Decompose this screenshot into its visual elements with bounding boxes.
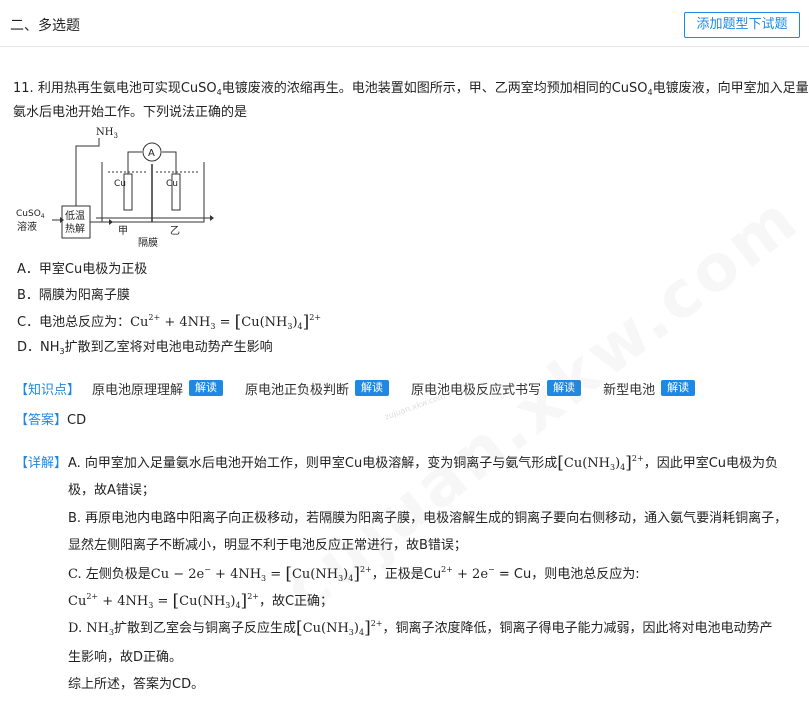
option-d: D．NH3扩散到乙室将对电池电动势产生影响 xyxy=(17,340,273,356)
diagram-jia: 甲 xyxy=(118,226,128,237)
diagram-solution: 溶液 xyxy=(17,220,37,233)
add-question-button[interactable]: 添加题型下试题 xyxy=(684,12,800,38)
watermark: cujuan.xkw.com xyxy=(270,180,809,629)
header-divider xyxy=(0,46,809,47)
battery-diagram: NH3 A Cu Cu CuSO4 溶液 低温 热解 甲 乙 隔膜 xyxy=(16,127,214,249)
answer-value: CD xyxy=(67,413,87,428)
diagram-box-line1: 低温 xyxy=(65,209,85,222)
detail-line-c2: Cu2+ + 4NH3 = [Cu(NH3)4]2+，故C正确； xyxy=(68,591,334,611)
detail-line-a1: A. 向甲室加入足量氨水后电池开始工作，则甲室Cu电极溶解，变为铜离子与氨气形成… xyxy=(68,453,779,473)
option-c: C．电池总反应为：Cu2+ + 4NH3 = [Cu(NH3)4]2+ xyxy=(17,312,322,332)
section-title: 二、多选题 xyxy=(10,18,80,34)
detail-line-b1: B. 再原电池内电路中阳离子向正极移动，若隔膜为阳离子膜，电极溶解生成的铜离子要… xyxy=(68,511,788,526)
diagram-cu-right: Cu xyxy=(166,179,178,189)
answer-tag: 【答案】 xyxy=(15,413,68,428)
diagram-membrane: 隔膜 xyxy=(138,237,158,249)
detail-line-d1: D. NH3扩散到乙室会与铜离子反应生成[Cu(NH3)4]2+，铜离子浓度降低… xyxy=(68,618,773,638)
diagram-yi: 乙 xyxy=(170,225,180,237)
question-number: 11. xyxy=(13,81,34,96)
detail-line-d2: 生影响，故D正确。 xyxy=(68,650,183,665)
diagram-nh3: NH xyxy=(96,127,114,138)
option-b: B．隔膜为阳离子膜 xyxy=(17,288,130,303)
diagram-cuso4: CuSO xyxy=(16,209,41,219)
option-a: A．甲室Cu电极为正极 xyxy=(17,262,148,277)
diagram-box-line2: 热解 xyxy=(65,222,85,235)
diagram-cu-left: Cu xyxy=(114,179,126,189)
detail-conclusion: 综上所述，答案为CD。 xyxy=(68,677,205,692)
detail-line-a2: 极，故A错误； xyxy=(68,483,155,498)
explain-button[interactable]: 解读 xyxy=(189,380,224,396)
answer-row: 【答案】CD xyxy=(15,409,86,428)
detail-line-c1: C. 左侧负极是Cu − 2e− + 4NH3 = [Cu(NH3)4]2+，正… xyxy=(68,564,640,584)
explain-button[interactable]: 解读 xyxy=(661,380,696,396)
knowledge-tag: 【知识点】 xyxy=(15,382,81,398)
detail-line-b2: 显然左侧阳离子不断减小，明显不利于电池反应正常进行，故B错误； xyxy=(68,538,467,553)
explain-button[interactable]: 解读 xyxy=(355,380,390,396)
knowledge-point: 原电池正负极判断 xyxy=(245,382,350,398)
detail-tag: 【详解】 xyxy=(15,456,68,471)
knowledge-row: 【知识点】 原电池原理理解 解读 原电池正负极判断 解读 原电池电极反应式书写 … xyxy=(15,378,696,398)
knowledge-point: 新型电池 xyxy=(603,382,656,398)
question-line-2: 氨水后电池开始工作。下列说法正确的是 xyxy=(13,105,248,120)
svg-text:CuSO4: CuSO4 xyxy=(16,209,45,220)
knowledge-point: 原电池电极反应式书写 xyxy=(411,382,542,398)
explain-button[interactable]: 解读 xyxy=(547,380,582,396)
question-line-1: 11. 利用热再生氨电池可实现CuSO4电镀废液的浓缩再生。电池装置如图所示，甲… xyxy=(13,81,809,97)
ammeter-icon: A xyxy=(148,148,155,159)
knowledge-point: 原电池原理理解 xyxy=(92,382,184,398)
